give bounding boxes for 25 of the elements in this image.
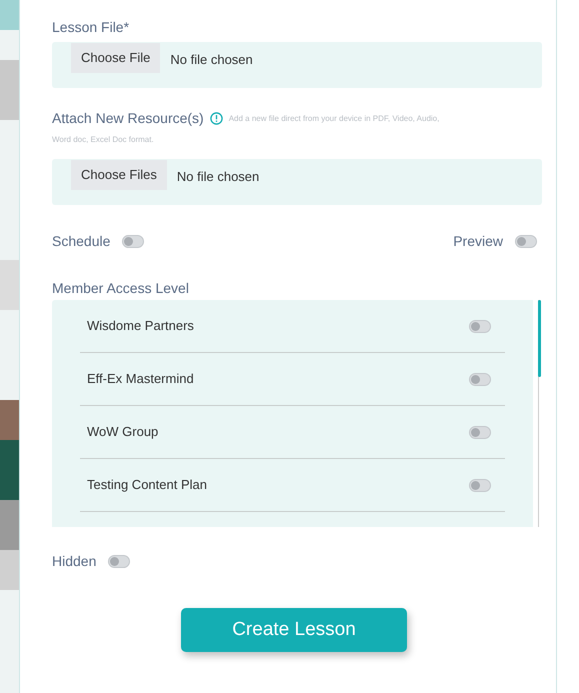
field-label: Attach New Resource(s) [52, 109, 204, 128]
access-level-name: Wisdome Partners [87, 317, 194, 336]
hint-text: Word doc, Excel Doc format. [52, 134, 154, 146]
section-label: Member Access Level [52, 279, 189, 295]
choose-file-button[interactable]: Choose Files [71, 160, 167, 190]
scrollbar-thumb[interactable] [538, 300, 541, 377]
info-icon [210, 112, 223, 125]
toggle-switch[interactable] [515, 234, 537, 248]
toggle-switch[interactable] [122, 234, 144, 248]
access-level-name: Eff-Ex Mastermind [87, 370, 194, 388]
toggle-switch[interactable] [469, 372, 491, 386]
file-status: No file chosen [170, 51, 253, 69]
field-label: Lesson File* [52, 18, 130, 37]
hint-text: Add a new file direct from your device in PDF, Video, Audio, [228, 113, 440, 125]
toggle-label: Preview [453, 232, 503, 250]
toggle-label: Hidden [52, 552, 96, 571]
access-level-name: WoW Group [87, 423, 158, 442]
file-status: No file chosen [176, 168, 260, 186]
toggle-switch[interactable] [469, 320, 491, 332]
toggle-switch[interactable] [108, 555, 130, 568]
toggle-label: Schedule [52, 232, 110, 250]
choose-file-button[interactable]: Choose File [71, 43, 160, 73]
toggle-switch[interactable] [469, 478, 491, 492]
access-level-name: Testing Content Plan [87, 476, 207, 494]
toggle-switch[interactable] [469, 426, 491, 438]
